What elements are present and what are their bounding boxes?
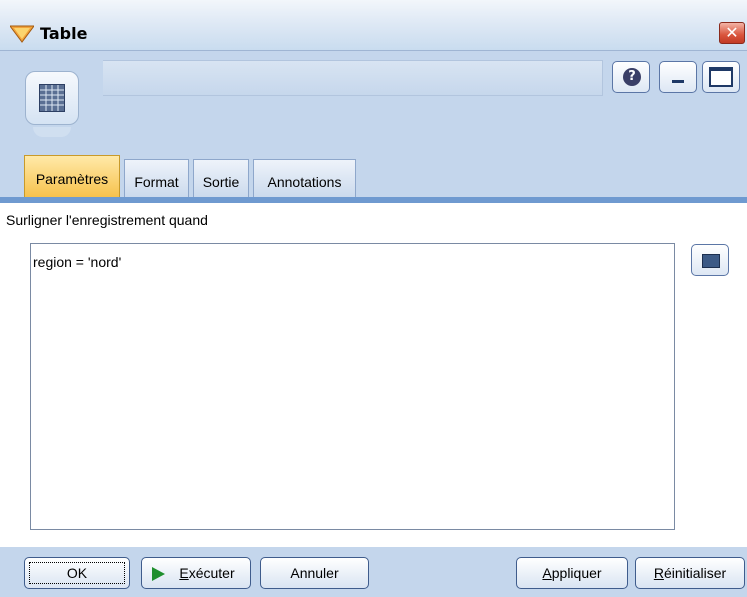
tab-format[interactable]: Format xyxy=(124,159,189,197)
apply-label: ppliquer xyxy=(551,565,602,581)
highlight-condition-label: Surligner l'enregistrement quand xyxy=(6,212,208,228)
help-icon: ? xyxy=(623,68,641,86)
table-grid-icon[interactable] xyxy=(25,71,79,125)
tab-sortie[interactable]: Sortie xyxy=(193,159,249,197)
run-icon xyxy=(152,567,165,581)
condition-expression-input[interactable] xyxy=(30,243,675,530)
focus-ring xyxy=(29,562,125,584)
dialog-window: Table ✕ ? Paramètres Format Sortie Annot… xyxy=(0,0,747,597)
grid-lines-icon xyxy=(40,85,64,111)
node-name-field[interactable] xyxy=(103,60,603,96)
reset-mnemonic: R xyxy=(653,565,664,581)
tab-strip: Paramètres Format Sortie Annotations xyxy=(0,155,747,199)
reset-button[interactable]: Réinitialiser xyxy=(635,557,745,589)
apply-mnemonic: A xyxy=(542,565,552,581)
calculator-icon xyxy=(702,254,720,268)
maximize-icon xyxy=(709,67,733,87)
minimize-icon xyxy=(672,80,684,83)
run-button[interactable]: Exécuter xyxy=(141,557,251,589)
run-mnemonic: E xyxy=(179,565,189,581)
apply-button[interactable]: Appliquer xyxy=(516,557,628,589)
maximize-button[interactable] xyxy=(702,61,740,93)
reset-label: éinitialiser xyxy=(663,565,727,581)
icon-reflection xyxy=(33,127,71,137)
tab-annotations[interactable]: Annotations xyxy=(253,159,356,197)
table-node-icon xyxy=(10,25,34,43)
minimize-button[interactable] xyxy=(659,61,697,93)
title-bar[interactable]: Table ✕ xyxy=(0,0,747,51)
ok-button[interactable]: OK xyxy=(24,557,130,589)
close-button[interactable]: ✕ xyxy=(719,22,745,44)
cancel-label: Annuler xyxy=(290,565,339,581)
grid-icon xyxy=(39,84,65,112)
window-title: Table xyxy=(40,24,88,43)
help-button[interactable]: ? xyxy=(612,61,650,93)
tab-parametres[interactable]: Paramètres xyxy=(24,155,120,197)
run-label: xécuter xyxy=(188,565,235,581)
cancel-button[interactable]: Annuler xyxy=(260,557,369,589)
expression-builder-button[interactable] xyxy=(691,244,729,276)
